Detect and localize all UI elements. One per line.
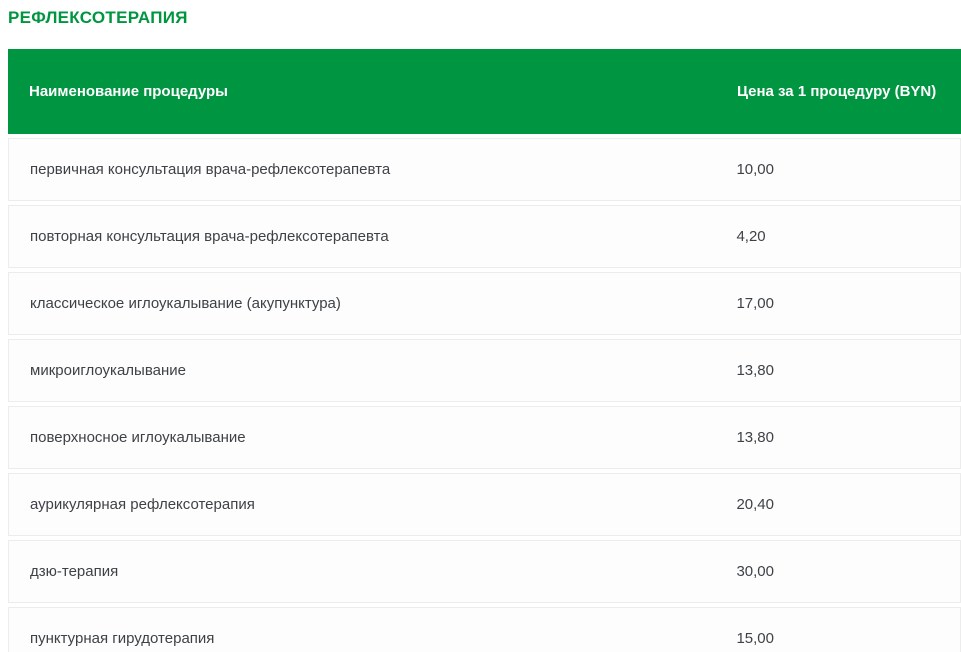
table-row: поверхносное иглоукалывание 13,80 — [8, 406, 961, 469]
procedure-name-cell: аурикулярная рефлексотерапия — [9, 496, 736, 513]
table-row: классическое иглоукалывание (акупунктура… — [8, 272, 961, 335]
table-row: повторная консультация врача-рефлексотер… — [8, 205, 961, 268]
procedure-name-cell: классическое иглоукалывание (акупунктура… — [9, 295, 736, 312]
procedure-name-cell: повторная консультация врача-рефлексотер… — [9, 228, 736, 245]
table-row: аурикулярная рефлексотерапия 20,40 — [8, 473, 961, 536]
procedure-name-cell: поверхносное иглоукалывание — [9, 429, 736, 446]
price-cell: 15,00 — [736, 628, 960, 650]
table-row: дзю-терапия 30,00 — [8, 540, 961, 603]
price-cell: 30,00 — [736, 561, 960, 583]
table-row: пунктурная гирудотерапия 15,00 — [8, 607, 961, 652]
price-cell: 4,20 — [736, 226, 960, 248]
column-header-price: Цена за 1 процедуру (BYN) — [737, 81, 961, 103]
procedure-name-cell: первичная консультация врача-рефлексотер… — [9, 161, 736, 178]
price-table: Наименование процедуры Цена за 1 процеду… — [8, 49, 961, 652]
price-cell: 13,80 — [736, 360, 960, 382]
procedure-name-cell: микроиглоукалывание — [9, 362, 736, 379]
price-cell: 13,80 — [736, 427, 960, 449]
table-row: первичная консультация врача-рефлексотер… — [8, 138, 961, 201]
price-cell: 17,00 — [736, 293, 960, 315]
procedure-name-cell: пунктурная гирудотерапия — [9, 630, 736, 647]
procedure-name-cell: дзю-терапия — [9, 563, 736, 580]
table-header-row: Наименование процедуры Цена за 1 процеду… — [8, 49, 961, 134]
page-container: РЕФЛЕКСОТЕРАПИЯ Наименование процедуры Ц… — [0, 0, 961, 652]
price-cell: 20,40 — [736, 494, 960, 516]
table-row: микроиглоукалывание 13,80 — [8, 339, 961, 402]
column-header-procedure-name: Наименование процедуры — [8, 83, 737, 100]
page-title: РЕФЛЕКСОТЕРАПИЯ — [8, 8, 961, 28]
price-cell: 10,00 — [736, 159, 960, 181]
